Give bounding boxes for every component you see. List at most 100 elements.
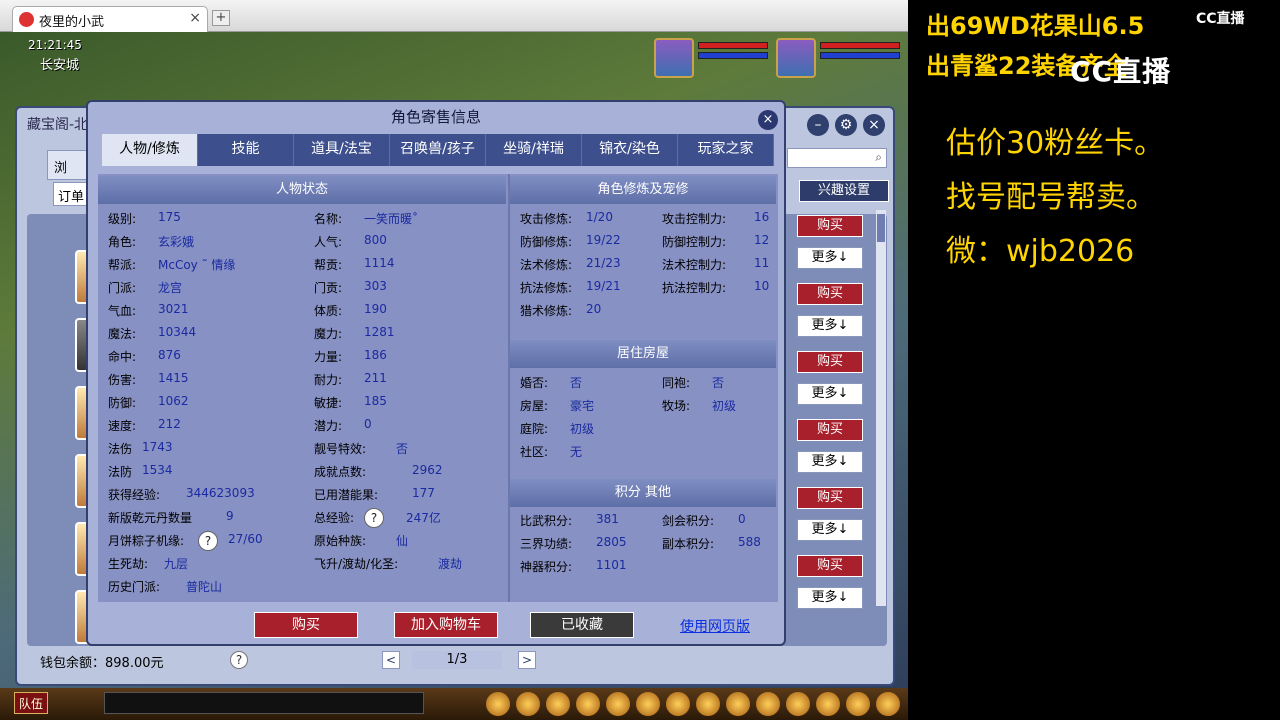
mooncake-help-icon[interactable]: ? bbox=[198, 531, 218, 551]
stat-label: 门贡: bbox=[314, 281, 343, 295]
menu-slot-icon[interactable] bbox=[756, 692, 780, 716]
stat-label: 防御修炼: bbox=[520, 235, 573, 249]
tab-character[interactable]: 人物/修炼 bbox=[102, 134, 198, 166]
scrollbar-thumb[interactable] bbox=[877, 214, 885, 242]
new-tab-button[interactable]: + bbox=[212, 10, 230, 26]
stat-label: 抗法控制力: bbox=[662, 281, 727, 295]
stat-value: 16 bbox=[754, 210, 770, 224]
stat-label: 防御控制力: bbox=[662, 235, 727, 249]
pet-hp-bar bbox=[698, 42, 768, 49]
more-button[interactable]: 更多↓ bbox=[797, 519, 863, 541]
tab-home[interactable]: 玩家之家 bbox=[678, 134, 774, 166]
stat-value: 1101 bbox=[596, 558, 627, 572]
stat-label: 生死劫: bbox=[108, 557, 149, 571]
favorited-button[interactable]: 已收藏 bbox=[530, 612, 634, 638]
tab-close-icon[interactable]: × bbox=[189, 10, 201, 26]
stat-value: McCoy ˜ 情缘 bbox=[158, 258, 236, 272]
wallet-help-icon[interactable]: ? bbox=[230, 651, 248, 669]
total-exp-help-icon[interactable]: ? bbox=[364, 508, 384, 528]
more-button[interactable]: 更多↓ bbox=[797, 247, 863, 269]
pet-mp-bar bbox=[698, 52, 768, 59]
more-button[interactable]: 更多↓ bbox=[797, 451, 863, 473]
cc-logo-watermark: CC直播 bbox=[1070, 55, 1172, 88]
pet-portrait-icon[interactable] bbox=[654, 38, 694, 78]
gear-icon[interactable]: ⚙ bbox=[835, 114, 857, 136]
close-icon[interactable]: × bbox=[863, 114, 885, 136]
tab-items[interactable]: 道具/法宝 bbox=[294, 134, 390, 166]
stat-value: 1114 bbox=[364, 256, 395, 270]
more-button[interactable]: 更多↓ bbox=[797, 587, 863, 609]
page-prev-button[interactable]: < bbox=[382, 651, 400, 669]
stat-label: 副本积分: bbox=[662, 537, 715, 551]
player-portrait-icon[interactable] bbox=[776, 38, 816, 78]
points-header: 积分 其他 bbox=[510, 479, 776, 507]
menu-slot-icon[interactable] bbox=[696, 692, 720, 716]
stat-value: 1281 bbox=[364, 325, 395, 339]
stat-value: 186 bbox=[364, 348, 387, 362]
buy-button[interactable]: 购买 bbox=[797, 283, 863, 305]
tab-skills[interactable]: 技能 bbox=[198, 134, 294, 166]
stat-value: 303 bbox=[364, 279, 387, 293]
page-next-button[interactable]: > bbox=[518, 651, 536, 669]
stat-label: 帮贡: bbox=[314, 258, 343, 272]
minimize-icon[interactable]: – bbox=[807, 114, 829, 136]
search-input[interactable]: ⌕ bbox=[787, 148, 887, 168]
menu-slot-icon[interactable] bbox=[786, 692, 810, 716]
menu-slot-icon[interactable] bbox=[516, 692, 540, 716]
browser-tab[interactable]: 夜里的小武 × bbox=[12, 6, 208, 32]
listing-scrollbar[interactable] bbox=[876, 210, 886, 606]
menu-slot-icon[interactable] bbox=[666, 692, 690, 716]
stat-label: 气血: bbox=[108, 304, 137, 318]
stat-value: 185 bbox=[364, 394, 387, 408]
menu-slot-icon[interactable] bbox=[816, 692, 840, 716]
web-version-link[interactable]: 使用网页版 bbox=[680, 616, 750, 636]
tab-pets[interactable]: 召唤兽/孩子 bbox=[390, 134, 486, 166]
stat-label: 飞升/渡劫/化圣: bbox=[314, 557, 399, 571]
buy-button[interactable]: 购买 bbox=[797, 351, 863, 373]
add-to-cart-button[interactable]: 加入购物车 bbox=[394, 612, 498, 638]
menu-slot-icon[interactable] bbox=[726, 692, 750, 716]
stat-value: 2805 bbox=[596, 535, 627, 549]
stat-value: 381 bbox=[596, 512, 619, 526]
page-indicator: 1/3 bbox=[412, 651, 502, 669]
menu-slot-icon[interactable] bbox=[606, 692, 630, 716]
team-button[interactable]: 队伍 bbox=[14, 692, 48, 714]
column-divider bbox=[508, 174, 510, 602]
menu-slot-icon[interactable] bbox=[876, 692, 900, 716]
stat-label: 魔力: bbox=[314, 327, 343, 341]
chat-input[interactable] bbox=[104, 692, 424, 714]
stat-label: 比武积分: bbox=[520, 514, 573, 528]
stat-value: 否 bbox=[712, 376, 725, 390]
menu-slot-icon[interactable] bbox=[636, 692, 660, 716]
stat-label: 三界功绩: bbox=[520, 537, 573, 551]
stat-value: 无 bbox=[570, 445, 583, 459]
service-text: 找号配号帮卖。 bbox=[946, 180, 1156, 215]
buy-button[interactable]: 购买 bbox=[797, 215, 863, 237]
menu-slot-icon[interactable] bbox=[546, 692, 570, 716]
dialog-close-button[interactable]: × bbox=[758, 110, 778, 130]
buy-button[interactable]: 购买 bbox=[797, 487, 863, 509]
stat-value: 10 bbox=[754, 279, 770, 293]
dialog-buy-button[interactable]: 购买 bbox=[254, 612, 358, 638]
role-info-dialog: 角色寄售信息 × 人物/修炼 技能 道具/法宝 召唤兽/孩子 坐骑/祥瑞 锦衣/… bbox=[86, 100, 786, 646]
more-button[interactable]: 更多↓ bbox=[797, 315, 863, 337]
stat-value: 190 bbox=[364, 302, 387, 316]
menu-slot-icon[interactable] bbox=[846, 692, 870, 716]
hobby-settings-button[interactable]: 兴趣设置 bbox=[799, 180, 889, 202]
stat-value: 否 bbox=[396, 442, 409, 456]
menu-slot-icon[interactable] bbox=[486, 692, 510, 716]
stat-label: 人气: bbox=[314, 235, 343, 249]
more-button[interactable]: 更多↓ bbox=[797, 383, 863, 405]
buy-button[interactable]: 购买 bbox=[797, 555, 863, 577]
tab-mounts[interactable]: 坐骑/祥瑞 bbox=[486, 134, 582, 166]
buy-button[interactable]: 购买 bbox=[797, 419, 863, 441]
tab-outfits[interactable]: 锦衣/染色 bbox=[582, 134, 678, 166]
dialog-title: 角色寄售信息 bbox=[390, 108, 481, 126]
stat-label: 防御: bbox=[108, 396, 137, 410]
stat-value: 12 bbox=[754, 233, 770, 247]
stat-value: 175 bbox=[158, 210, 181, 224]
search-icon[interactable]: ⌕ bbox=[875, 150, 882, 165]
stat-label: 婚否: bbox=[520, 376, 549, 390]
stat-label: 法术控制力: bbox=[662, 258, 727, 272]
menu-slot-icon[interactable] bbox=[576, 692, 600, 716]
